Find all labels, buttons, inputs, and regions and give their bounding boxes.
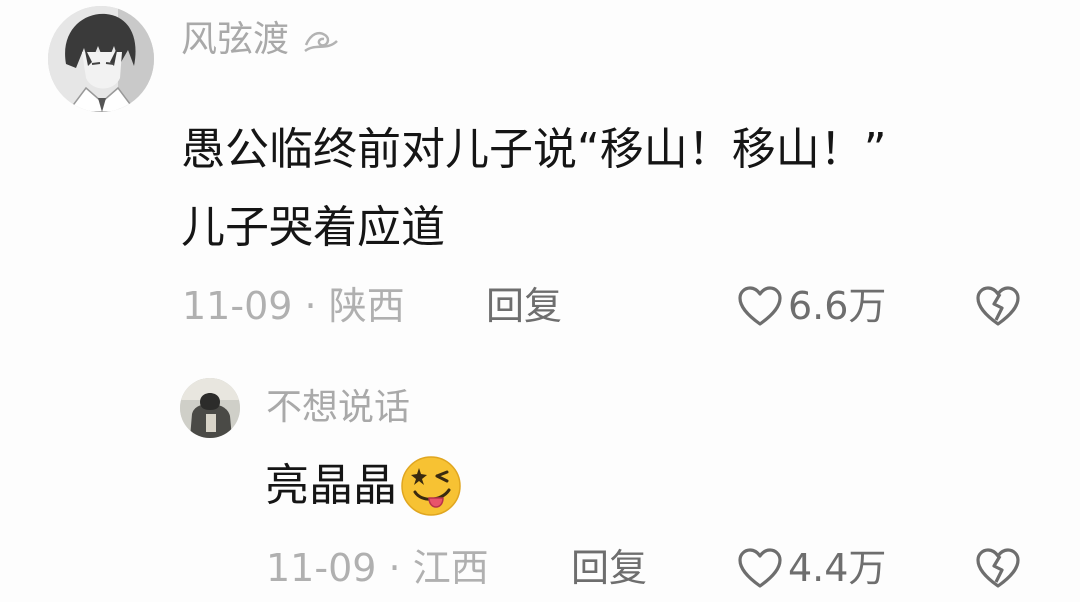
like-button[interactable]: 6.6万	[736, 282, 886, 330]
username-text: 风弦渡	[181, 19, 290, 60]
reply-button[interactable]: 回复	[486, 282, 562, 330]
dislike-button[interactable]	[974, 284, 1022, 328]
reply-username[interactable]: 不想说话	[266, 386, 410, 430]
user-photo-avatar	[180, 378, 240, 438]
comment-date: 11-09	[182, 284, 293, 328]
comment-location: 陕西	[328, 284, 405, 328]
reply-meta: 11-09 · 江西	[266, 544, 489, 592]
broken-heart-icon	[976, 286, 1020, 326]
like-count: 6.6万	[788, 284, 887, 328]
wave-decoration-icon	[293, 24, 343, 59]
anime-character-avatar	[48, 6, 154, 112]
comment-username[interactable]: 风弦渡	[181, 18, 343, 64]
meta-separator: ·	[304, 284, 317, 328]
reply-date: 11-09	[266, 546, 377, 590]
reply-like-button[interactable]: 4.4万	[736, 544, 886, 592]
reply-dislike-button[interactable]	[974, 546, 1022, 590]
meta-separator: ·	[388, 546, 401, 590]
reply-text: 亮晶晶	[265, 454, 463, 518]
heart-outline-icon	[738, 548, 782, 588]
reply-text-content: 亮晶晶	[265, 460, 397, 511]
comment-text-line-1: 愚公临终前对儿子说“移山！移山！”	[181, 124, 887, 175]
comment-text-line-2: 儿子哭着应道	[181, 202, 445, 253]
comment-avatar[interactable]	[48, 6, 154, 112]
reply-avatar[interactable]	[180, 378, 240, 438]
reply-to-reply-button[interactable]: 回复	[571, 544, 647, 592]
tongue-out-wink-emoji	[401, 456, 461, 516]
comment-meta: 11-09 · 陕西	[182, 282, 405, 330]
broken-heart-icon	[976, 548, 1020, 588]
reply-like-count: 4.4万	[788, 546, 887, 590]
heart-outline-icon	[738, 286, 782, 326]
reply-location: 江西	[412, 546, 489, 590]
